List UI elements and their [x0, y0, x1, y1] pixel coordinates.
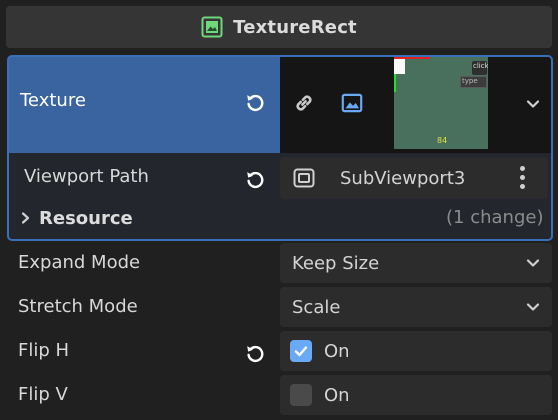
resource-section-toggle[interactable]: Resource — [20, 206, 220, 230]
inspector-header: TextureRect — [6, 6, 552, 48]
kebab-dot — [520, 184, 525, 189]
preview-text-block — [394, 59, 405, 74]
stretch-mode-chevron[interactable] — [525, 299, 541, 320]
chevron-down-icon — [526, 303, 540, 311]
link-icon — [296, 95, 312, 111]
viewport-path-menu-button[interactable] — [520, 166, 525, 189]
flip-h-on-label: On — [324, 340, 350, 362]
link-button[interactable] — [291, 90, 317, 116]
chevron-down-icon — [526, 100, 540, 108]
preview-type-label: type — [462, 77, 478, 85]
stretch-mode-value: Scale — [292, 296, 341, 318]
viewport-path-revert-button[interactable] — [242, 166, 268, 192]
preview-numbers: 84 — [437, 136, 448, 145]
flip-h-label: Flip H — [18, 340, 70, 361]
texture-revert-button[interactable] — [242, 89, 268, 115]
expand-mode-chevron[interactable] — [525, 255, 541, 276]
flip-v-checkbox[interactable] — [290, 384, 312, 406]
header-title: TextureRect — [233, 16, 357, 38]
load-texture-button[interactable] — [339, 90, 365, 116]
kebab-dot — [520, 175, 525, 180]
expand-mode-value: Keep Size — [292, 252, 380, 274]
flip-h-field[interactable]: On — [280, 331, 552, 371]
flip-h-revert-button[interactable] — [242, 340, 268, 366]
texture-label: Texture — [20, 90, 86, 111]
texture-rect-icon — [201, 16, 223, 38]
subviewport-icon — [293, 168, 315, 188]
revert-icon — [247, 345, 264, 363]
expand-mode-dropdown[interactable]: Keep Size — [280, 243, 552, 283]
viewport-path-value: SubViewport3 — [340, 167, 466, 189]
viewport-path-label: Viewport Path — [24, 166, 149, 187]
flip-v-on-label: On — [324, 384, 350, 406]
viewport-path-field[interactable]: SubViewport3 — [280, 157, 548, 199]
image-icon — [341, 93, 363, 113]
texture-preview[interactable]: click type 84 — [394, 56, 488, 149]
expand-mode-label: Expand Mode — [18, 252, 141, 273]
revert-icon — [247, 94, 264, 112]
flip-v-label: Flip V — [18, 384, 68, 405]
resource-change-count: (1 change) — [446, 207, 544, 228]
chevron-down-icon — [526, 259, 540, 267]
resource-label: Resource — [39, 207, 133, 229]
flip-h-checkbox[interactable] — [290, 340, 312, 362]
revert-icon — [247, 171, 264, 189]
chevron-right-icon — [21, 212, 30, 224]
checkmark-icon — [294, 346, 308, 357]
kebab-dot — [520, 166, 525, 171]
stretch-mode-dropdown[interactable]: Scale — [280, 287, 552, 327]
flip-v-field[interactable]: On — [280, 375, 552, 415]
preview-green-bar — [394, 74, 396, 92]
stretch-mode-label: Stretch Mode — [18, 296, 138, 317]
preview-click-label: click — [473, 62, 488, 70]
texture-dropdown-button[interactable] — [525, 96, 541, 117]
